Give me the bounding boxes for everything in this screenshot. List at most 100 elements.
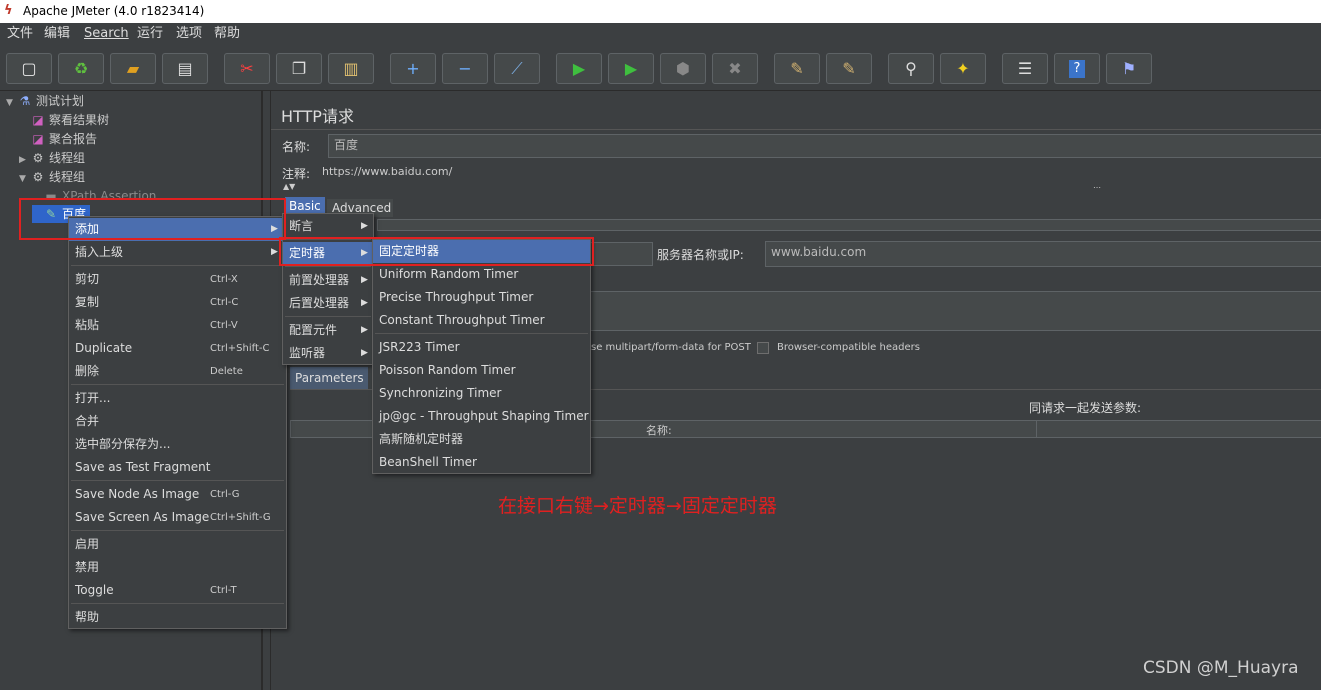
toolbar-button-start-no-pauses[interactable]: ▶ bbox=[608, 53, 654, 84]
tree-node-label: 线程组 bbox=[49, 151, 86, 165]
toolbar-button-shutdown[interactable]: ✖ bbox=[712, 53, 758, 84]
context-menu-item[interactable]: 合并 bbox=[69, 410, 286, 433]
add-submenu-item[interactable]: 前置处理器 ▶ bbox=[283, 269, 373, 292]
cut-icon: ✂ bbox=[240, 58, 254, 78]
context-menu-item[interactable]: 剪切 Ctrl-X bbox=[69, 268, 286, 291]
toolbar-button-toggle[interactable]: ⟋ bbox=[494, 53, 540, 84]
collapse-arrows-icon[interactable]: ▲▼ bbox=[283, 182, 295, 191]
add-submenu-item[interactable]: 断言 ▶ bbox=[283, 215, 373, 238]
toolbar-button-collapse[interactable]: − bbox=[442, 53, 488, 84]
timer-menu-item[interactable]: Constant Throughput Timer bbox=[373, 309, 590, 332]
toolbar-button-function-helper[interactable]: ☰ bbox=[1002, 53, 1048, 84]
context-menu-item[interactable]: 选中部分保存为... bbox=[69, 433, 286, 456]
toolbar-button-stop[interactable]: ⬢ bbox=[660, 53, 706, 84]
annotation-box-add bbox=[19, 198, 286, 240]
context-menu-item[interactable]: 粘贴 Ctrl-V bbox=[69, 314, 286, 337]
timer-menu-item[interactable]: JSR223 Timer bbox=[373, 336, 590, 359]
toolbar-button-new[interactable]: ▢ bbox=[6, 53, 52, 84]
add-submenu-item[interactable]: 监听器 ▶ bbox=[283, 342, 373, 365]
submenu-arrow-icon: ▶ bbox=[361, 348, 368, 358]
timer-menu-item[interactable]: Uniform Random Timer bbox=[373, 263, 590, 286]
menu-separator bbox=[285, 316, 371, 317]
tree-node[interactable]: ▼ ⚙ 线程组 bbox=[19, 168, 85, 186]
toolbar-button-start[interactable]: ▶ bbox=[556, 53, 602, 84]
toolbar-button-search[interactable]: ⚲ bbox=[888, 53, 934, 84]
expanded-icon[interactable]: ▼ bbox=[6, 94, 17, 112]
toolbar-button-save[interactable]: ▤ bbox=[162, 53, 208, 84]
column-name: 名称: bbox=[646, 424, 672, 437]
shortcut-hint: Ctrl-G bbox=[210, 489, 240, 500]
shortcut-hint: Ctrl-T bbox=[210, 585, 237, 596]
context-menu-item[interactable]: 禁用 bbox=[69, 556, 286, 579]
jmeter-feather-icon: ϟ bbox=[4, 3, 13, 18]
menu-help[interactable]: 帮助 bbox=[214, 26, 240, 42]
expanded-icon[interactable]: ▼ bbox=[19, 170, 30, 188]
tab-parameters[interactable]: Parameters bbox=[290, 367, 368, 389]
context-menu-item[interactable]: Duplicate Ctrl+Shift-C bbox=[69, 337, 286, 360]
context-menu-item[interactable]: 启用 bbox=[69, 533, 286, 556]
menu-item-label: 合并 bbox=[75, 414, 100, 428]
comment-field[interactable]: https://www.baidu.com/ bbox=[322, 165, 452, 178]
menu-file[interactable]: 文件 bbox=[7, 26, 33, 42]
toolbar-button-expand[interactable]: + bbox=[390, 53, 436, 84]
browser-headers-checkbox[interactable] bbox=[757, 342, 769, 354]
timer-menu-item[interactable]: jp@gc - Throughput Shaping Timer bbox=[373, 405, 590, 428]
timer-menu-item[interactable]: BeanShell Timer bbox=[373, 451, 590, 474]
shortcut-hint: Delete bbox=[210, 366, 243, 377]
context-menu-item[interactable]: 复制 Ctrl-C bbox=[69, 291, 286, 314]
copy-icon: ❐ bbox=[291, 58, 307, 78]
timer-menu-item[interactable]: Precise Throughput Timer bbox=[373, 286, 590, 309]
path-field[interactable] bbox=[577, 291, 1321, 331]
menu-item-label: 删除 bbox=[75, 364, 100, 378]
context-menu-item[interactable]: 帮助 bbox=[69, 606, 286, 629]
tree-node[interactable]: ▼ ⚗ 测试计划 bbox=[6, 92, 84, 110]
browser-headers-label: Browser-compatible headers bbox=[777, 342, 920, 353]
timer-menu-item[interactable]: 高斯随机定时器 bbox=[373, 428, 590, 451]
toolbar-button-paste[interactable]: ▥ bbox=[328, 53, 374, 84]
add-submenu-item[interactable]: 配置元件 ▶ bbox=[283, 319, 373, 342]
timer-menu-item[interactable]: Poisson Random Timer bbox=[373, 359, 590, 382]
toolbar-button-templates[interactable]: ♻ bbox=[58, 53, 104, 84]
toolbar-button-help[interactable]: ? bbox=[1054, 53, 1100, 84]
collapsed-icon[interactable]: ▶ bbox=[19, 151, 30, 169]
tree-node[interactable]: ▶ ⚙ 线程组 bbox=[19, 149, 85, 167]
menu-separator bbox=[71, 480, 284, 481]
toolbar-button-reset-search[interactable]: ✦ bbox=[940, 53, 986, 84]
tree-node[interactable]: ◪ 聚合报告 bbox=[19, 130, 97, 148]
context-menu-item[interactable]: Save Node As Image Ctrl-G bbox=[69, 483, 286, 506]
resize-grip-icon[interactable]: ⋯ bbox=[1093, 183, 1101, 192]
toolbar-button-open[interactable]: ▰ bbox=[110, 53, 156, 84]
context-menu-item[interactable]: Save Screen As Image Ctrl+Shift-G bbox=[69, 506, 286, 529]
title-bar: ϟ Apache JMeter (4.0 r1823414) bbox=[0, 0, 1321, 23]
toggle-icon: ⟋ bbox=[511, 58, 523, 78]
context-menu-item[interactable]: 打开... bbox=[69, 387, 286, 410]
context-menu-item[interactable]: Save as Test Fragment bbox=[69, 456, 286, 479]
multipart-checkbox-label: se multipart/form-data for POST bbox=[591, 342, 751, 353]
menu-options[interactable]: 选项 bbox=[176, 26, 202, 42]
toolbar-button-clear[interactable]: ✎ bbox=[774, 53, 820, 84]
server-field[interactable]: www.baidu.com bbox=[765, 241, 1321, 267]
menu-run[interactable]: 运行 bbox=[137, 26, 163, 42]
toolbar-button-remote[interactable]: ⚑ bbox=[1106, 53, 1152, 84]
save-icon: ▤ bbox=[177, 58, 193, 78]
menu-item-label: 打开... bbox=[75, 391, 111, 405]
menu-item-label: jp@gc - Throughput Shaping Timer bbox=[379, 409, 589, 423]
submenu-arrow-icon: ▶ bbox=[361, 275, 368, 285]
divider bbox=[271, 129, 1321, 130]
submenu-arrow-icon: ▶ bbox=[361, 221, 368, 231]
context-menu-item[interactable]: Toggle Ctrl-T bbox=[69, 579, 286, 602]
menu-search[interactable]: Search bbox=[84, 26, 129, 42]
start-no-pauses-icon: ▶ bbox=[624, 58, 638, 78]
page-title: HTTP请求 bbox=[281, 107, 354, 126]
menu-edit[interactable]: 编辑 bbox=[44, 26, 70, 42]
toolbar-button-cut[interactable]: ✂ bbox=[224, 53, 270, 84]
timer-menu-item[interactable]: Synchronizing Timer bbox=[373, 382, 590, 405]
toolbar-button-copy[interactable]: ❐ bbox=[276, 53, 322, 84]
tree-node[interactable]: ◪ 察看结果树 bbox=[19, 111, 109, 129]
web-server-group bbox=[377, 219, 1321, 231]
context-menu-item[interactable]: 删除 Delete bbox=[69, 360, 286, 383]
context-menu-item[interactable]: 插入上级 ▶ bbox=[69, 241, 286, 264]
add-submenu-item[interactable]: 后置处理器 ▶ bbox=[283, 292, 373, 315]
name-field[interactable]: 百度 bbox=[328, 134, 1321, 158]
toolbar-button-clear-all[interactable]: ✎ bbox=[826, 53, 872, 84]
